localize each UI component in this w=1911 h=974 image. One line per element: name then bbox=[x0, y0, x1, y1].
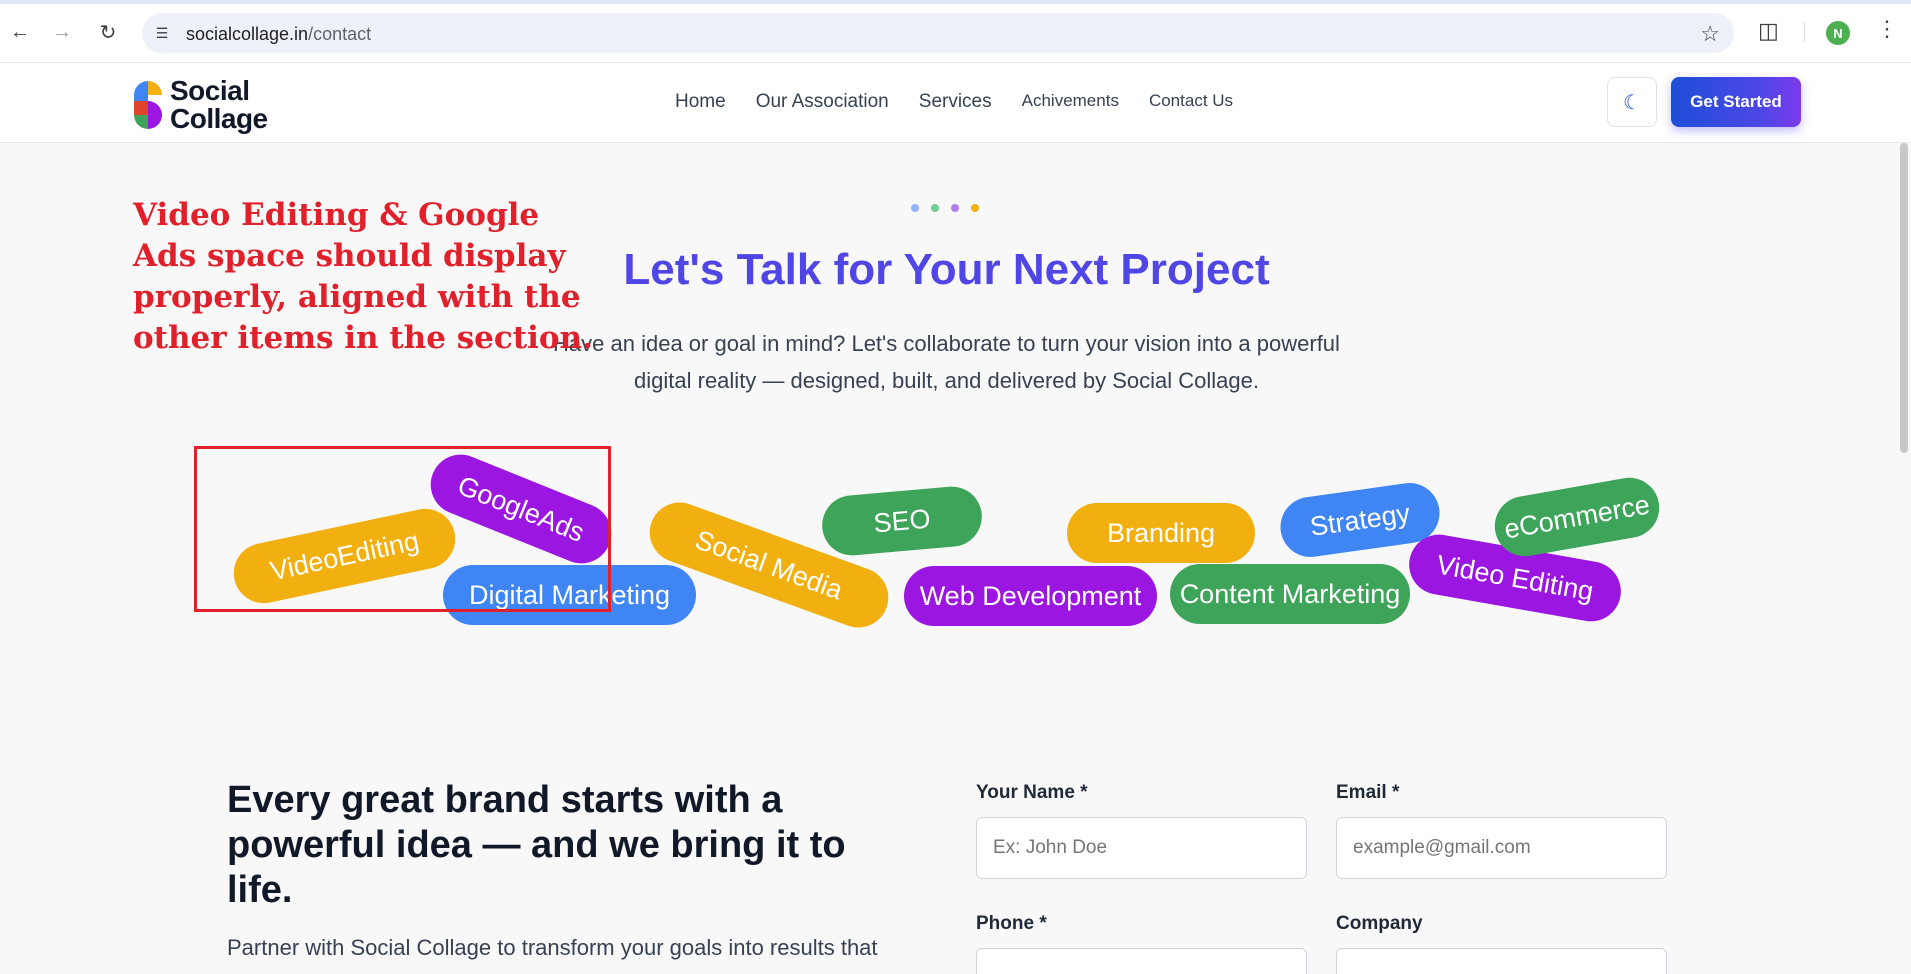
annotation-highlight-box bbox=[194, 446, 611, 612]
name-label: Your Name * bbox=[976, 782, 1088, 803]
logo-text: Social Collage bbox=[170, 77, 268, 133]
address-bar[interactable]: ☰ socialcollage.in/contact ☆ bbox=[142, 13, 1734, 53]
intro-paragraph: Partner with Social Collage to transform… bbox=[227, 935, 878, 960]
nav-home[interactable]: Home bbox=[675, 91, 726, 113]
url-host: socialcollage.in bbox=[186, 24, 309, 44]
moon-icon: ☾ bbox=[1623, 91, 1641, 114]
hero-description: Have an idea or goal in mind? Let's coll… bbox=[553, 331, 1340, 393]
site-settings-icon[interactable]: ☰ bbox=[152, 23, 172, 43]
company-input[interactable] bbox=[1336, 948, 1667, 974]
dot bbox=[971, 204, 979, 212]
company-label: Company bbox=[1336, 913, 1423, 934]
dot bbox=[931, 204, 939, 212]
decorative-dots bbox=[911, 204, 979, 212]
profile-avatar[interactable]: N bbox=[1826, 21, 1850, 45]
name-input[interactable] bbox=[976, 817, 1307, 879]
tag-web-development[interactable]: Web Development bbox=[904, 566, 1157, 626]
site-logo[interactable]: Social Collage bbox=[130, 77, 290, 133]
phone-input[interactable] bbox=[976, 948, 1307, 974]
forward-icon[interactable]: → bbox=[48, 18, 76, 46]
dot bbox=[951, 204, 959, 212]
nav-our-association[interactable]: Our Association bbox=[756, 91, 889, 113]
annotation-note: Video Editing & Google Ads space should … bbox=[133, 197, 593, 356]
phone-label: Phone * bbox=[976, 913, 1047, 934]
bookmark-star-icon[interactable]: ☆ bbox=[1700, 21, 1720, 47]
email-label: Email * bbox=[1336, 782, 1400, 803]
logo-line-2: Collage bbox=[170, 103, 268, 134]
logo-mark-icon bbox=[134, 81, 162, 129]
page-scrollbar[interactable] bbox=[1900, 143, 1908, 453]
tag-ecommerce[interactable]: eCommerce bbox=[1490, 473, 1664, 561]
intro-heading: Every great brand starts with a powerful… bbox=[227, 779, 846, 911]
nav-services[interactable]: Services bbox=[919, 91, 992, 113]
browser-chrome: ← → ↻ ☰ socialcollage.in/contact ☆ ◫ N ⋮ bbox=[0, 0, 1911, 63]
tag-seo[interactable]: SEO bbox=[819, 484, 985, 558]
get-started-button[interactable]: Get Started bbox=[1671, 77, 1801, 127]
url-path: /contact bbox=[308, 24, 372, 44]
extensions-icon[interactable]: ◫ bbox=[1758, 18, 1779, 44]
tag-branding[interactable]: Branding bbox=[1067, 503, 1255, 563]
more-icon[interactable]: ⋮ bbox=[1876, 16, 1898, 42]
logo-line-1: Social bbox=[170, 75, 250, 106]
site-header: Social Collage Home Our Association Serv… bbox=[0, 63, 1911, 143]
email-input[interactable] bbox=[1336, 817, 1667, 879]
tag-content-marketing[interactable]: Content Marketing bbox=[1170, 564, 1410, 624]
tab-strip bbox=[0, 0, 1911, 4]
nav-achivements[interactable]: Achivements bbox=[1022, 91, 1119, 113]
reload-icon[interactable]: ↻ bbox=[94, 18, 122, 46]
theme-toggle-button[interactable]: ☾ bbox=[1607, 77, 1657, 127]
main-nav: Home Our Association Services Achivement… bbox=[675, 91, 1233, 113]
address-url[interactable]: socialcollage.in/contact bbox=[186, 24, 371, 45]
nav-contact-us[interactable]: Contact Us bbox=[1149, 91, 1233, 113]
dot bbox=[911, 204, 919, 212]
back-icon[interactable]: ← bbox=[6, 18, 34, 46]
toolbar-divider bbox=[1804, 22, 1805, 42]
